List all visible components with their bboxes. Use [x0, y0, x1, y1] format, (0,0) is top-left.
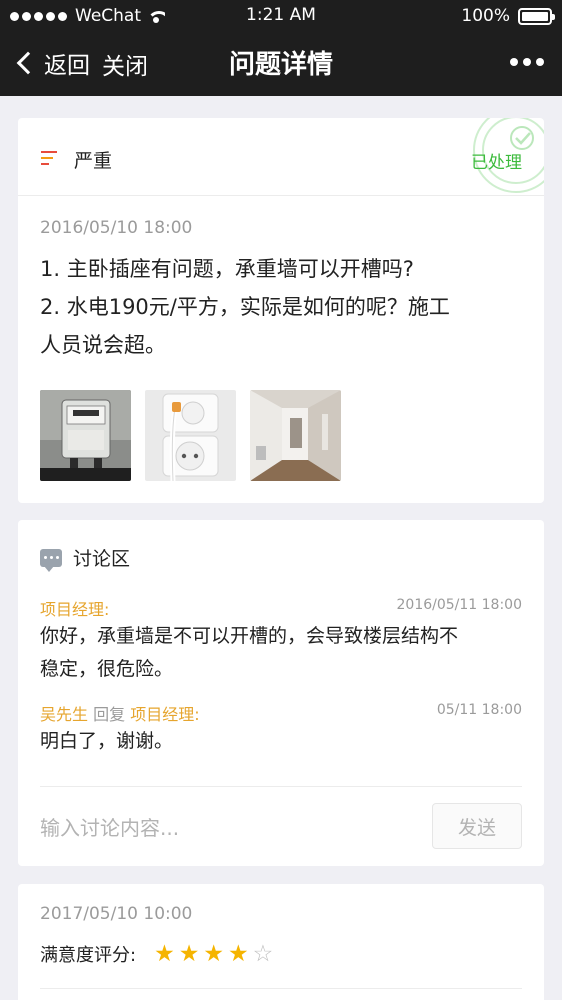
- discussion-card: 讨论区 项目经理: 2016/05/11 18:00 你好，承重墙是不可以开槽的…: [18, 520, 544, 866]
- star-filled-icon: ★: [203, 940, 224, 967]
- top-bar: WeChat 1:21 AM 100% 返回 关闭 问题详情: [0, 0, 562, 96]
- chat-bubble-icon: [40, 548, 62, 572]
- star-empty-icon: ☆: [252, 940, 274, 967]
- navigation-bar: 返回 关闭 问题详情: [0, 30, 562, 96]
- battery-icon: [518, 7, 555, 25]
- star-filled-icon: ★: [154, 940, 175, 967]
- reply-word: 回复: [93, 705, 126, 724]
- rating-label: 满意度评分:: [40, 945, 137, 966]
- issue-description: 1. 主卧插座有问题，承重墙可以开槽吗? 2. 水电190元/平方，实际是如何的…: [40, 250, 510, 364]
- battery-indicator: 100%: [461, 6, 555, 26]
- electric-meter-photo[interactable]: [40, 390, 131, 481]
- more-dot-icon: [523, 58, 531, 66]
- comment-date: 2016/05/11 18:00: [396, 597, 523, 613]
- page-title: 问题详情: [228, 50, 333, 80]
- status-badge: 已处理: [471, 153, 522, 173]
- issue-line: 人员说会超。: [40, 333, 166, 357]
- photo-thumbnails: [40, 390, 355, 481]
- comment-composer: 发送: [40, 786, 522, 866]
- more-menu-button[interactable]: [505, 58, 544, 66]
- satisfaction-rating: 满意度评分: ★ ★ ★ ★ ☆: [40, 941, 277, 967]
- divider: [40, 988, 522, 989]
- comment-author: 项目经理:: [40, 600, 110, 619]
- star-rating: ★ ★ ★ ★ ☆: [154, 940, 277, 967]
- comment-text: 你好，承重墙是不可以开槽的，会导致楼层结构不 稳定，很危险。: [40, 620, 522, 686]
- battery-percent: 100%: [461, 6, 510, 26]
- hallway-photo[interactable]: [250, 390, 341, 481]
- status-bar: WeChat 1:21 AM 100%: [0, 0, 562, 30]
- comment-text: 明白了，谢谢。: [40, 725, 522, 758]
- wall-socket-photo[interactable]: [145, 390, 236, 481]
- issue-line: 1. 主卧插座有问题，承重墙可以开槽吗?: [40, 257, 414, 281]
- issue-card: 严重 已处理 2016/05/10 18:00 1. 主卧插座有问题，承重墙可以…: [18, 118, 544, 503]
- review-card: 2017/05/10 10:00 满意度评分: ★ ★ ★ ★ ☆: [18, 884, 544, 1000]
- discussion-title: 讨论区: [73, 548, 131, 570]
- star-filled-icon: ★: [227, 940, 249, 967]
- star-filled-icon: ★: [178, 940, 200, 967]
- comment-line: 稳定，很危险。: [40, 658, 174, 680]
- discussion-header: 讨论区: [40, 544, 131, 572]
- severity-icon: [41, 151, 57, 167]
- comment-line: 明白了，谢谢。: [40, 730, 174, 752]
- more-dot-icon: [510, 58, 518, 66]
- review-date: 2017/05/10 10:00: [40, 904, 193, 924]
- comment-author: 吴先生: [40, 705, 89, 724]
- severity-header: 严重 已处理: [18, 118, 544, 196]
- reply-author-line: 吴先生 回复 项目经理:: [40, 701, 200, 725]
- issue-line: 2. 水电190元/平方，实际是如何的呢？施工: [40, 295, 450, 319]
- severity-label: 严重: [74, 150, 113, 172]
- comment-line: 你好，承重墙是不可以开槽的，会导致楼层结构不: [40, 625, 459, 647]
- comment-date: 05/11 18:00: [436, 702, 522, 718]
- reply-target: 项目经理:: [130, 705, 200, 724]
- discussion-input[interactable]: [40, 811, 410, 845]
- issue-date: 2016/05/10 18:00: [40, 218, 193, 238]
- send-button[interactable]: 发送: [432, 803, 522, 849]
- more-dot-icon: [536, 58, 544, 66]
